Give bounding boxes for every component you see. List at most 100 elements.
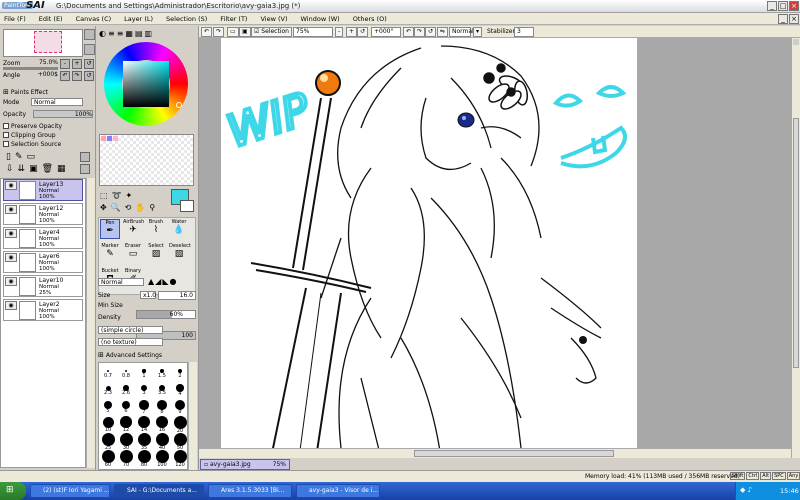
tool-eraser[interactable]: Eraser ▭ (123, 243, 143, 263)
canvas-rotate-left-icon[interactable]: ↶ (403, 27, 415, 37)
size-multiplier[interactable]: x1.0 (140, 291, 156, 299)
menu-file[interactable]: File (F) (4, 15, 26, 23)
menu-view[interactable]: View (V) (260, 15, 287, 23)
visibility-eye-icon[interactable]: ◉ (5, 277, 17, 286)
layer-row[interactable]: ◉ Layer4 Normal 100% (3, 227, 83, 249)
lasso-icon[interactable]: ➰ (112, 191, 126, 200)
nav-zoom-out-icon[interactable] (84, 44, 95, 55)
taskbar-item-image-viewer[interactable]: avy-gaia3 - Visor de i... (296, 484, 380, 498)
canvas-angle-select[interactable]: +000° (371, 27, 401, 37)
color-swatches[interactable] (99, 134, 194, 186)
canvas-rotate-right-icon[interactable]: ↷ (414, 27, 426, 37)
size-slider[interactable]: 16.0 (158, 291, 196, 300)
rgb-slider-mode-icon[interactable]: ≡ (108, 29, 117, 38)
show-selection-checkbox[interactable]: ☑ Selection (251, 27, 292, 37)
mode-dropdown-icon[interactable]: ▾ (473, 27, 483, 37)
brush-mode-select[interactable]: Normal (98, 278, 144, 286)
layer-settings-button[interactable] (80, 152, 90, 162)
canvas-mode-select[interactable]: Normal (449, 27, 474, 37)
layer-row[interactable]: ◉ Layer6 Normal 100% (3, 251, 83, 273)
tray-icons[interactable]: ◆ ♪ (740, 486, 752, 494)
menu-filter[interactable]: Filter (T) (220, 15, 247, 23)
close-button[interactable]: × (789, 1, 799, 11)
canvas-zoom-select[interactable]: 75% (293, 27, 333, 37)
rect-select-icon[interactable]: ⬚ (100, 191, 112, 200)
taskbar-item-sai[interactable]: SAI - G:\Documents a... (114, 484, 204, 498)
canvas-zoom-out-icon[interactable]: - (335, 27, 344, 37)
redo-icon[interactable]: ↷ (213, 27, 225, 37)
visibility-eye-icon[interactable]: ◉ (5, 205, 17, 214)
invert-selection-icon[interactable]: ▣ (239, 27, 251, 37)
advanced-settings-header[interactable]: ⊞ Advanced Settings (98, 351, 162, 359)
scratchpad-mode-icon[interactable]: ▤ (135, 29, 145, 38)
new-linework-layer-icon[interactable]: ✎ (15, 152, 27, 162)
edge-softest-icon[interactable]: ● (169, 277, 177, 286)
paints-effect-header[interactable]: ⊞ Paints Effect (3, 88, 48, 96)
layer-mode-select[interactable]: Normal (31, 98, 83, 106)
preserve-opacity-checkbox[interactable]: Preserve Opacity (3, 122, 62, 130)
zoom-minus-button[interactable]: - (60, 59, 70, 69)
menu-edit[interactable]: Edit (E) (39, 15, 63, 23)
color-wheel-mode-icon[interactable]: ◐ (99, 29, 108, 38)
layer-row[interactable]: ◉ Layer2 Normal 100% (3, 299, 83, 321)
saturation-value-square[interactable] (123, 61, 169, 107)
delete-layer-icon[interactable]: 🗑 (42, 164, 57, 174)
zoom-icon[interactable]: 🔍 (111, 203, 125, 212)
magic-wand-icon[interactable]: ✦ (126, 191, 137, 200)
tool-deselect[interactable]: Deselect ▧ (169, 243, 191, 263)
canvas-horizontal-scrollbar[interactable] (199, 448, 791, 458)
menu-window[interactable]: Window (W) (301, 15, 340, 23)
secondary-color-swatch[interactable] (180, 200, 194, 212)
hand-icon[interactable]: ✋ (135, 203, 149, 212)
layer-lock-button[interactable] (80, 164, 90, 174)
selection-source-checkbox[interactable]: Selection Source (3, 140, 61, 148)
nav-zoom-in-icon[interactable] (84, 29, 95, 40)
rotate-left-button[interactable]: ↶ (60, 71, 70, 81)
rotate-icon[interactable]: ⟲ (125, 203, 136, 212)
menu-canvas[interactable]: Canvas (C) (76, 15, 112, 23)
tool-pen[interactable]: Pen ✒ (100, 219, 120, 239)
new-layer-icon[interactable]: ▯ (6, 152, 15, 162)
clear-layer-icon[interactable]: ▣ (29, 164, 42, 174)
visibility-eye-icon[interactable]: ◉ (5, 229, 17, 238)
brush-size-dot[interactable] (107, 370, 109, 372)
brush-size-dot[interactable] (124, 369, 128, 373)
canvas-rotate-reset-icon[interactable]: ↺ (425, 27, 437, 37)
canvas-zoom-reset-icon[interactable]: ↺ (357, 27, 369, 37)
brush-size-scrollbar[interactable] (188, 362, 197, 470)
undo-icon[interactable]: ↶ (201, 27, 213, 37)
flip-horizontal-icon[interactable]: ⇋ (437, 27, 449, 37)
angle-value[interactable]: +000$ (23, 71, 58, 79)
brush-texture-select[interactable]: (no texture) (98, 338, 163, 346)
zoom-slider[interactable] (3, 67, 58, 70)
tool-airbrush[interactable]: AirBrush ✈ (123, 219, 144, 239)
tool-brush[interactable]: Brush ⌇ (146, 219, 166, 239)
move-icon[interactable]: ✥ (100, 203, 111, 212)
merge-down-icon[interactable]: ⇊ (18, 164, 30, 174)
layer-row[interactable]: ◉ Layer10 Normal 25% (3, 275, 83, 297)
clipping-group-checkbox[interactable]: Clipping Group (3, 131, 56, 139)
color-picker-cursor[interactable] (176, 102, 182, 108)
layer-opacity-slider[interactable]: 100% (33, 110, 93, 118)
visibility-eye-icon[interactable]: ◉ (5, 253, 17, 262)
tool-select[interactable]: Select ▨ (146, 243, 166, 263)
mdi-close-button[interactable]: × (789, 14, 799, 24)
stabilizer-select[interactable]: 3 (514, 27, 534, 37)
deselect-button-icon[interactable]: ▭ (227, 27, 239, 37)
minsize-slider[interactable]: 60% (136, 310, 196, 319)
swatch-pink[interactable] (101, 136, 106, 141)
taskbar-item-ares[interactable]: Ares 3.1.5.3033 [Bi... (208, 484, 292, 498)
horizontal-scroll-thumb[interactable] (414, 450, 614, 457)
zoom-plus-button[interactable]: + (72, 59, 82, 69)
scroll-up-icon[interactable] (793, 39, 799, 45)
tool-marker[interactable]: Marker ✎ (100, 243, 120, 263)
rotate-right-button[interactable]: ↷ (72, 71, 82, 81)
menu-layer[interactable]: Layer (L) (124, 15, 153, 23)
maximize-button[interactable]: □ (778, 1, 788, 11)
minimize-button[interactable]: _ (767, 1, 777, 11)
brush-shape-select[interactable]: (simple circle) (98, 326, 163, 334)
mdi-minimize-button[interactable]: _ (778, 14, 788, 24)
swatch-mode-icon[interactable]: ▥ (145, 29, 155, 38)
layer-list-scrollbar[interactable] (86, 178, 95, 468)
menu-selection[interactable]: Selection (S) (166, 15, 207, 23)
